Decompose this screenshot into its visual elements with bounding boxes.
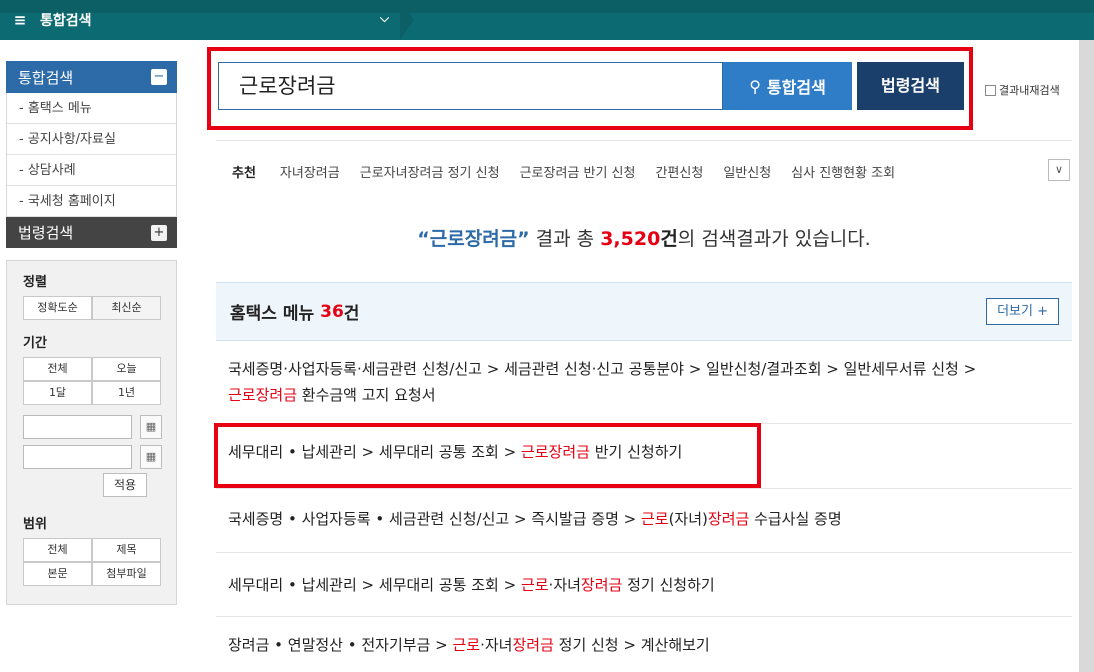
sidebar-item-hometax-menu[interactable]: - 홈택스 메뉴 (7, 93, 176, 124)
filter-panel: 정렬 정확도순 최신순 기간 전체 오늘 1달 1년 ▦ ▦ 적용 범위 전체 … (6, 260, 177, 605)
chevron-down-icon[interactable]: ⌵ (380, 11, 389, 26)
more-button[interactable]: 더보기 + (986, 298, 1059, 325)
section-count: 36 (320, 301, 344, 322)
result-mid: ·자녀 (548, 576, 581, 594)
top-bar: ≡ 통합검색 ⌵ (0, 0, 1094, 40)
expand-icon[interactable]: + (151, 224, 167, 241)
calendar-icon[interactable]: ▦ (140, 445, 162, 469)
apply-button[interactable]: 적용 (103, 473, 147, 497)
result-path: 국세증명 • 사업자등록 • 세금관련 신청/신고 > 즉시발급 증명 > (228, 510, 641, 528)
recommend-label: 추천 (232, 165, 256, 181)
law-search-button[interactable]: 법령검색 (857, 62, 964, 110)
search-within-results[interactable]: 결과내재검색 (985, 82, 1060, 98)
result-highlight: 장려금 (512, 636, 554, 654)
result-mid: ·자녀 (480, 636, 513, 654)
result-post: 반기 신청하기 (589, 443, 683, 461)
recommend-keyword[interactable]: 일반신청 (723, 162, 771, 181)
date-to-input[interactable] (23, 445, 132, 469)
result-highlight: 근로 (452, 636, 481, 654)
sort-options: 정확도순 최신순 (23, 296, 166, 320)
result-item[interactable]: 국세증명·사업자등록·세금관련 신청/신고 > 세금관련 신청·신고 공통분야 … (216, 356, 1072, 424)
scope-attachment-button[interactable]: 첨부파일 (92, 562, 161, 586)
result-item[interactable]: 장려금 • 연말정산 • 전자기부금 > 근로·자녀장려금 정기 신청 > 계산… (216, 617, 1072, 672)
sort-accuracy-button[interactable]: 정확도순 (23, 296, 92, 320)
result-path: 세무대리 • 납세관리 > 세무대리 공통 조회 > (228, 576, 521, 594)
sidebar-item-consult[interactable]: - 상담사례 (7, 155, 176, 186)
period-options: 전체 오늘 1달 1년 (23, 357, 166, 405)
period-today-button[interactable]: 오늘 (92, 357, 161, 381)
result-post: 정기 신청 > 계산해보기 (553, 636, 710, 654)
summary-mid: 결과 총 (529, 228, 601, 250)
unified-search-button[interactable]: ⚲ 통합검색 (723, 62, 852, 110)
period-title: 기간 (23, 336, 47, 351)
sidebar-unified-header[interactable]: 통합검색 − (6, 61, 177, 93)
date-from-row: ▦ (23, 415, 166, 439)
sidebar-item-nts-home[interactable]: - 국세청 홈페이지 (7, 186, 176, 217)
sort-title: 정렬 (23, 275, 47, 290)
scope-title-button[interactable]: 제목 (92, 538, 161, 562)
result-path: 장려금 • 연말정산 • 전자기부금 > (228, 636, 453, 654)
sidebar-item-notice[interactable]: - 공지사항/자료실 (7, 124, 176, 155)
period-all-button[interactable]: 전체 (23, 357, 92, 381)
breadcrumb-separator (400, 0, 414, 40)
sidebar: 통합검색 − - 홈택스 메뉴 - 공지사항/자료실 - 상담사례 - 국세청 … (6, 61, 177, 605)
period-month-button[interactable]: 1달 (23, 381, 92, 405)
period-year-button[interactable]: 1년 (92, 381, 161, 405)
result-highlight: 근로 (640, 510, 669, 528)
result-item[interactable]: 세무대리 • 납세관리 > 세무대리 공통 조회 > 근로·자녀장려금 정기 신… (216, 553, 1072, 617)
scope-title: 범위 (23, 517, 47, 532)
top-menu-label: 통합검색 (40, 13, 92, 29)
scope-all-button[interactable]: 전체 (23, 538, 92, 562)
result-mid: (자녀) (668, 510, 708, 528)
recommend-keyword[interactable]: 심사 진행현황 조회 (791, 162, 895, 181)
sort-latest-button[interactable]: 최신순 (92, 296, 161, 320)
recommend-keyword[interactable]: 자녀장려금 (280, 162, 340, 181)
top-menu[interactable]: ≡ 통합검색 ⌵ (0, 0, 400, 40)
result-line2: 근로장려금 환수금액 고지 요청서 (228, 382, 1072, 408)
summary-unit: 건 (660, 228, 678, 250)
scope-body-button[interactable]: 본문 (23, 562, 92, 586)
section-title: 홈택스 메뉴 (230, 304, 315, 324)
recommend-keyword[interactable]: 근로자녀장려금 정기 신청 (360, 162, 500, 181)
sidebar-law-title: 법령검색 (18, 224, 74, 242)
recommend-bar: 추천 자녀장려금 근로자녀장려금 정기 신청 근로장려금 반기 신청 간편신청 … (216, 140, 1072, 201)
hamburger-icon[interactable]: ≡ (0, 11, 40, 29)
result-item[interactable]: 국세증명 • 사업자등록 • 세금관련 신청/신고 > 즉시발급 증명 > 근로… (216, 489, 1072, 553)
date-from-input[interactable] (23, 415, 132, 439)
result-post: 환수금액 고지 요청서 (297, 386, 436, 404)
date-to-row: ▦ (23, 445, 166, 469)
result-highlight: 근로장려금 (228, 386, 298, 404)
scope-options: 전체 제목 본문 첨부파일 (23, 538, 166, 586)
result-post: 정기 신청하기 (622, 576, 715, 594)
section-unit: 건 (343, 304, 360, 324)
chevron-down-icon[interactable]: ∨ (1048, 159, 1070, 181)
result-highlight: 장려금 (580, 576, 623, 594)
sidebar-list: - 홈택스 메뉴 - 공지사항/자료실 - 상담사례 - 국세청 홈페이지 (6, 93, 177, 217)
calendar-icon[interactable]: ▦ (140, 415, 162, 439)
result-path: 세무대리 • 납세관리 > 세무대리 공통 조회 > (228, 443, 521, 461)
search-within-checkbox[interactable] (985, 84, 996, 96)
result-post: 수급사실 증명 (749, 510, 842, 528)
result-item[interactable]: 세무대리 • 납세관리 > 세무대리 공통 조회 > 근로장려금 반기 신청하기 (216, 424, 1072, 488)
sidebar-law-header[interactable]: 법령검색 + (6, 217, 177, 248)
search-input[interactable]: 근로장려금 (218, 62, 723, 110)
unified-search-label: 통합검색 (766, 78, 826, 97)
section-header: 홈택스 메뉴 36 건 더보기 + (216, 282, 1072, 341)
search-icon: ⚲ (749, 76, 761, 96)
result-highlight: 장려금 (707, 510, 750, 528)
summary-count: 3,520 (600, 228, 661, 250)
recommend-keyword[interactable]: 간편신청 (655, 162, 703, 181)
summary-tail: 의 검색결과가 있습니다. (677, 228, 871, 250)
summary-query: “근로장려금” (417, 228, 530, 250)
result-summary: “근로장려금” 결과 총 3,520건의 검색결과가 있습니다. (216, 224, 1072, 251)
sidebar-unified-title: 통합검색 (18, 68, 74, 87)
collapse-icon[interactable]: − (151, 69, 167, 85)
result-path: 국세증명·사업자등록·세금관련 신청/신고 > 세금관련 신청·신고 공통분야 … (228, 360, 977, 378)
page: 통합검색 − - 홈택스 메뉴 - 공지사항/자료실 - 상담사례 - 국세청 … (0, 40, 1079, 672)
result-highlight: 근로 (520, 576, 549, 594)
result-highlight: 근로장려금 (520, 443, 590, 461)
search-within-label: 결과내재검색 (999, 84, 1060, 97)
recommend-keyword[interactable]: 근로장려금 반기 신청 (520, 162, 636, 181)
